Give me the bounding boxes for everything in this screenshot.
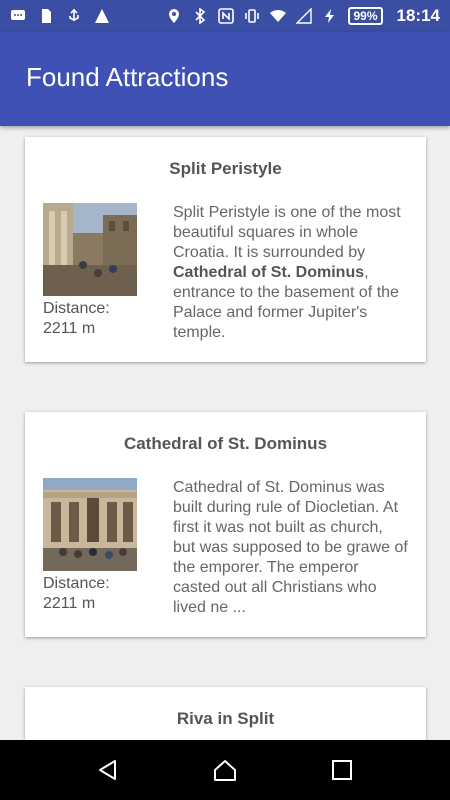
location-icon <box>169 9 180 23</box>
sim-card-icon <box>42 9 51 23</box>
message-icon <box>11 10 25 20</box>
attraction-title: Split Peristyle <box>169 159 282 178</box>
attraction-card[interactable]: Riva in Split <box>25 687 426 740</box>
recents-icon <box>331 760 352 780</box>
attraction-image <box>43 478 137 571</box>
status-notifications <box>10 8 110 24</box>
nfc-icon <box>218 8 235 24</box>
usb-icon <box>69 8 79 21</box>
wifi-icon <box>270 9 287 22</box>
attraction-image <box>43 203 137 296</box>
distance-value: 2211 m <box>43 320 96 337</box>
page-title: Found Attractions <box>26 62 229 92</box>
signal-icon <box>296 8 313 24</box>
home-button[interactable] <box>201 746 249 794</box>
app-bar: Found Attractions <box>0 32 450 126</box>
warning-icon <box>95 9 109 23</box>
status-bar: 99% 18:14 <box>0 0 450 32</box>
home-icon <box>213 760 236 781</box>
bluetooth-icon <box>195 8 206 24</box>
vibrate-icon <box>245 9 260 23</box>
charging-icon <box>325 9 335 23</box>
battery-indicator: 99% <box>348 7 383 25</box>
attraction-description: Cathedral of St. Dominus was built durin… <box>173 479 408 616</box>
back-icon <box>99 760 117 780</box>
attraction-description: Split Peristyle is one of the most beaut… <box>173 204 401 341</box>
attraction-title: Riva in Split <box>176 709 275 728</box>
attractions-list[interactable]: Split Peristyle Distance: 2211 m Split P… <box>0 126 450 740</box>
navigation-bar <box>0 740 450 800</box>
attraction-title: Cathedral of St. Dominus <box>123 434 328 453</box>
recents-button[interactable] <box>318 746 366 794</box>
clock: 18:14 <box>396 6 440 25</box>
status-system: 99% 18:14 <box>166 6 440 26</box>
distance-label: Distance: <box>43 300 110 317</box>
attraction-card[interactable]: Cathedral of St. Dominus Distance: 2211 … <box>25 412 426 637</box>
attraction-card[interactable]: Split Peristyle Distance: 2211 m Split P… <box>25 137 426 362</box>
distance-label: Distance: <box>43 575 110 592</box>
back-button[interactable] <box>84 746 132 794</box>
distance-value: 2211 m <box>43 595 96 612</box>
